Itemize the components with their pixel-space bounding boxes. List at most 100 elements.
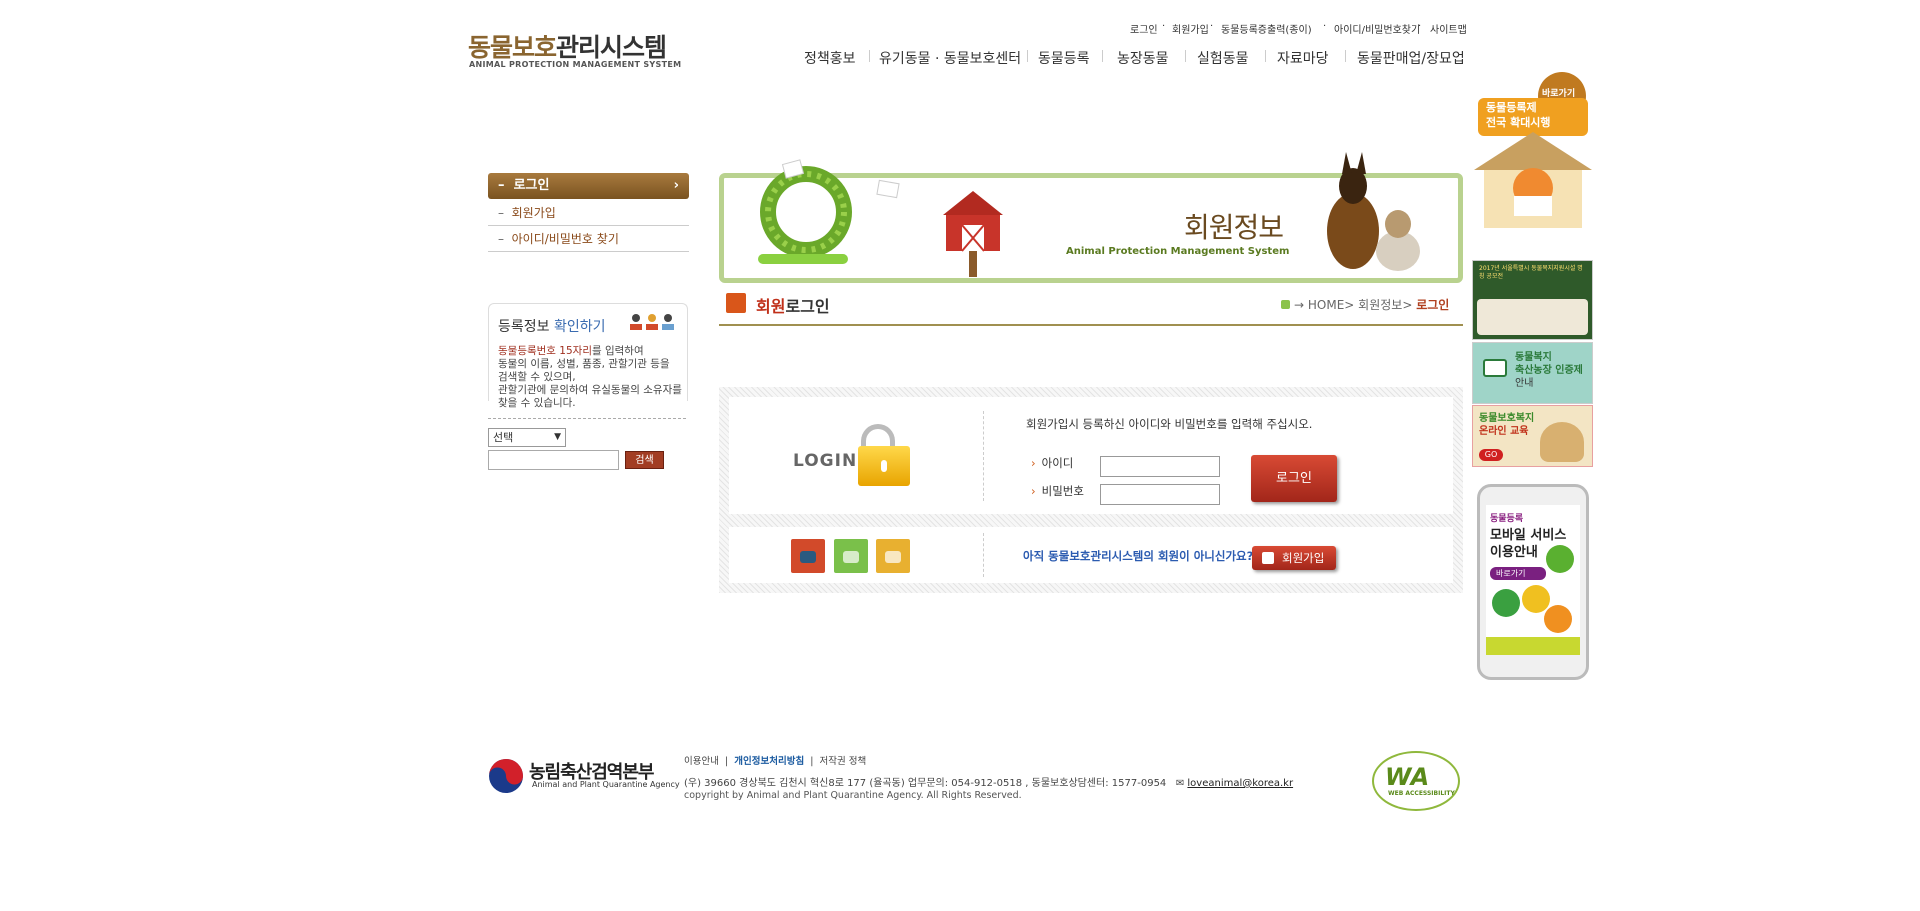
phone-circle bbox=[1544, 605, 1572, 633]
banner-line: 2017년 서울특별시 동물복지지원시설 명칭 공모전 bbox=[1479, 265, 1583, 280]
nav-divider bbox=[1027, 48, 1028, 64]
sidebar-item-join[interactable]: – 회원가입 bbox=[488, 200, 689, 226]
footer-link-guide[interactable]: 이용안내 bbox=[684, 756, 719, 767]
page-title: 회원로그인 bbox=[756, 293, 830, 317]
id-label: › 아이디 bbox=[1031, 455, 1073, 471]
animal-icon bbox=[834, 539, 868, 573]
phone-screen: 동물등록 모바일 서비스 이용안내 바로가기 bbox=[1486, 505, 1580, 655]
banner-welfare-farm[interactable]: 동물복지 축산농장 인증제 안내 bbox=[1472, 342, 1593, 404]
nav-divider bbox=[869, 48, 870, 64]
home-icon bbox=[1281, 300, 1290, 309]
desc-text: 를 입력하여 bbox=[591, 345, 644, 357]
nav-abandoned[interactable]: 유기동물 · 동물보호센터 bbox=[879, 48, 1021, 68]
join-button[interactable]: 회원가입 bbox=[1252, 546, 1336, 570]
divider bbox=[983, 533, 984, 577]
dog-photo bbox=[1540, 422, 1584, 462]
util-sep: · bbox=[1162, 21, 1166, 32]
desc-text: 검색할 수 있으며, bbox=[498, 371, 576, 383]
registration-number-input[interactable] bbox=[488, 450, 619, 470]
nav-divider bbox=[1102, 48, 1103, 64]
chevron-icon: > bbox=[1344, 298, 1359, 312]
nav-farm[interactable]: 농장동물 bbox=[1117, 48, 1169, 68]
site-logo[interactable]: 동물보호관리시스템 bbox=[468, 28, 667, 64]
wa-logo-text: WA bbox=[1385, 763, 1430, 791]
login-button[interactable]: 로그인 bbox=[1251, 455, 1337, 502]
reg-title-b: 확인하기 bbox=[553, 319, 606, 335]
breadcrumb: → HOME> 회원정보> 로그인 bbox=[1281, 296, 1449, 313]
join-icon bbox=[1262, 552, 1274, 564]
banner-line: 온라인 교육 bbox=[1479, 426, 1529, 437]
site-logo-subtitle: ANIMAL PROTECTION MANAGEMENT SYSTEM bbox=[469, 60, 682, 69]
agency-logo-en: Animal and Plant Quarantine Agency bbox=[532, 780, 680, 789]
phone-circle bbox=[1546, 545, 1574, 573]
title-part: 회원 bbox=[756, 297, 786, 316]
password-input[interactable] bbox=[1100, 484, 1220, 505]
util-find-link[interactable]: 아이디/비밀번호찾기 bbox=[1334, 21, 1420, 36]
reg-title-a: 등록정보 bbox=[498, 319, 550, 335]
chevron-right-icon: › bbox=[1031, 456, 1036, 470]
banner-line: 동물등록제 bbox=[1486, 101, 1537, 114]
barn-mailbox-icon bbox=[943, 191, 1003, 277]
select-value: 선택 bbox=[493, 431, 514, 444]
sidebar-item-label: 회원가입 bbox=[511, 206, 556, 220]
lookup-type-select[interactable]: 선택 ▼ bbox=[488, 428, 566, 447]
wa-caption: WEB ACCESSIBILITY bbox=[1388, 790, 1455, 797]
footer-sep: | bbox=[722, 756, 732, 767]
caret-down-icon: ▼ bbox=[554, 432, 561, 442]
nav-policy[interactable]: 정책홍보 bbox=[804, 48, 856, 68]
util-sep: · bbox=[1210, 21, 1214, 32]
banner-mobile-service[interactable]: 동물등록 모바일 서비스 이용안내 바로가기 bbox=[1477, 484, 1589, 680]
label-text: 아이디 bbox=[1041, 456, 1074, 470]
mail-icon: ✉ bbox=[1169, 778, 1188, 789]
certificate-icon bbox=[1483, 359, 1507, 377]
animal-icon bbox=[791, 539, 825, 573]
nav-sales[interactable]: 동물판매업/장묘업 bbox=[1357, 48, 1465, 68]
banner-contest[interactable]: 2017년 서울특별시 동물복지지원시설 명칭 공모전 bbox=[1472, 260, 1593, 340]
util-sep: · bbox=[1418, 21, 1422, 32]
phone-line: 모바일 서비스 bbox=[1490, 528, 1567, 543]
footer-address: (우) 39660 경상북도 김천시 혁신8로 177 (율곡동) 업무문의: … bbox=[684, 774, 1293, 789]
nav-divider bbox=[1265, 48, 1266, 64]
sidebar-item-label: 아이디/비밀번호 찾기 bbox=[511, 232, 619, 246]
breadcrumb-home[interactable]: HOME bbox=[1308, 298, 1344, 312]
phone-circle bbox=[1492, 589, 1520, 617]
util-print-link[interactable]: 동물등록증출력(종이) bbox=[1221, 21, 1312, 36]
phone-button: 바로가기 bbox=[1490, 567, 1546, 580]
banner-text: 동물복지 축산농장 인증제 안내 bbox=[1515, 351, 1583, 390]
breadcrumb-member[interactable]: 회원정보 bbox=[1358, 298, 1402, 312]
nav-resources[interactable]: 자료마당 bbox=[1277, 48, 1329, 68]
banner-line: 동물복지 bbox=[1515, 352, 1552, 363]
chevron-right-icon: › bbox=[673, 178, 679, 193]
quick-banner-button[interactable]: 바로가기 bbox=[1542, 86, 1575, 99]
sidebar-item-login[interactable]: – 로그인 › bbox=[488, 173, 689, 199]
util-sitemap-link[interactable]: 사이트맵 bbox=[1430, 21, 1467, 36]
nav-lab[interactable]: 실험동물 bbox=[1197, 48, 1249, 68]
lookup-search-button[interactable]: 검색 bbox=[625, 451, 664, 469]
nav-registration[interactable]: 동물등록 bbox=[1038, 48, 1090, 68]
footer-link-privacy[interactable]: 개인정보처리방침 bbox=[734, 756, 804, 767]
divider bbox=[983, 411, 984, 501]
arrow-icon: → bbox=[1294, 298, 1308, 312]
desc-text: 동물의 이름, 성별, 품종, 관할기관 등을 bbox=[498, 358, 670, 370]
divider bbox=[488, 418, 686, 419]
lock-icon bbox=[858, 446, 910, 486]
footer-email-link[interactable]: loveanimal@korea.kr bbox=[1187, 778, 1293, 789]
footer-link-copyright[interactable]: 저작권 정책 bbox=[820, 756, 867, 767]
desc-highlight: 동물등록번호 15자리 bbox=[498, 345, 592, 357]
util-login-link[interactable]: 로그인 bbox=[1130, 21, 1158, 36]
banner-line: 전국 확대시행 bbox=[1486, 116, 1551, 129]
sidebar-item-label: 로그인 bbox=[513, 178, 550, 193]
sidebar-item-find-account[interactable]: – 아이디/비밀번호 찾기 bbox=[488, 226, 689, 252]
chevron-right-icon: › bbox=[1031, 484, 1036, 498]
login-instruction: 회원가입시 등록하신 아이디와 비밀번호를 입력해 주십시오. bbox=[1026, 417, 1313, 431]
banner-text: 동물보호복지 온라인 교육 bbox=[1479, 412, 1534, 438]
dash-icon: – bbox=[498, 232, 512, 246]
quick-banner-text: 동물등록제 전국 확대시행 bbox=[1486, 100, 1551, 130]
page-title-icon bbox=[726, 293, 746, 313]
banner-line: 안내 bbox=[1515, 378, 1534, 389]
id-input[interactable] bbox=[1100, 456, 1220, 477]
dogs-photo bbox=[1327, 152, 1420, 271]
desc-text: 관할기관에 문의하여 유실동물의 소유자를 bbox=[498, 384, 682, 396]
util-join-link[interactable]: 회원가입 bbox=[1172, 21, 1209, 36]
banner-online-education[interactable]: 동물보호복지 온라인 교육 GO bbox=[1472, 405, 1593, 467]
